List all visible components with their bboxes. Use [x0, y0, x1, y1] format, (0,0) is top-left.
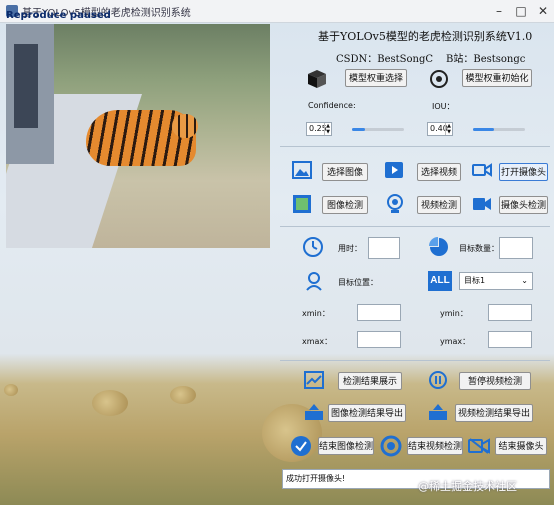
confidence-spinbox[interactable]: 0.25 ▲ ▼ — [306, 122, 332, 136]
xmax-label: xmax： — [302, 337, 333, 346]
ymax-field — [488, 331, 532, 348]
camera-icon — [472, 163, 492, 177]
stop-circle-icon — [380, 435, 402, 457]
check-circle-icon — [291, 436, 311, 456]
camera-detect-icon — [473, 198, 491, 210]
image-icon — [292, 161, 312, 179]
xmin-field — [357, 304, 401, 321]
app-title: 基于YOLOv5模型的老虎检测识别系统V1.0 — [318, 30, 533, 43]
time-field — [368, 237, 400, 259]
iou-spinbox[interactable]: 0.40 ▲ ▼ — [427, 122, 453, 136]
hay-bale — [92, 390, 128, 416]
recording-overlay: Reproduce paused — [6, 10, 111, 21]
line-chart-icon — [304, 371, 324, 389]
camera-off-icon — [468, 438, 490, 454]
target-count-label: 目标数量： — [459, 244, 499, 253]
pie-chart-icon — [429, 237, 448, 256]
end-video-detect-button[interactable]: 结束视频检测 — [407, 437, 463, 455]
image-detect-icon — [293, 195, 311, 213]
iou-label: IOU： — [432, 102, 455, 111]
end-image-detect-button[interactable]: 结束图像检测 — [318, 437, 374, 455]
hay-bale — [4, 384, 18, 396]
cube-icon — [308, 70, 326, 88]
maximize-icon[interactable]: □ — [510, 3, 532, 19]
chevron-down-icon: ⌄ — [521, 276, 528, 285]
export-video-icon — [429, 404, 447, 420]
divider — [280, 146, 550, 147]
end-camera-button[interactable]: 结束摄像头 — [495, 437, 547, 455]
video-display — [6, 24, 270, 248]
iou-slider[interactable] — [473, 128, 525, 131]
open-camera-button[interactable]: 打开摄像头 — [499, 163, 548, 181]
confidence-label: Confidence: — [308, 101, 356, 110]
confidence-slider[interactable] — [352, 128, 404, 131]
target-count-field — [499, 237, 533, 259]
image-detect-button[interactable]: 图像检测 — [322, 196, 368, 214]
xmax-field — [357, 331, 401, 348]
tiger-head — [172, 114, 198, 138]
video-wall — [6, 24, 54, 164]
webcam-icon — [387, 194, 403, 213]
target-position-label: 目标位置： — [338, 278, 378, 287]
bilibili-label: B站：Bestsongc — [446, 54, 526, 65]
all-icon: ALL — [428, 271, 452, 291]
show-results-button[interactable]: 检测结果展示 — [338, 372, 402, 390]
ymin-field — [488, 304, 532, 321]
ymax-label: ymax： — [440, 337, 471, 346]
xmin-label: xmin： — [302, 309, 330, 318]
clock-icon — [303, 237, 323, 257]
watermark: @稀土掘金技术社区 — [418, 480, 517, 493]
close-icon[interactable]: ✕ — [532, 3, 554, 19]
export-video-results-button[interactable]: 视频检测结果导出 — [455, 404, 533, 422]
pause-icon — [429, 371, 447, 389]
export-image-icon — [305, 404, 323, 420]
time-label: 用时： — [338, 244, 362, 253]
minimize-icon[interactable]: – — [488, 3, 510, 19]
target-select-dropdown[interactable]: 目标1 ⌄ — [459, 272, 533, 290]
select-weights-button[interactable]: 模型权重选择 — [345, 69, 407, 87]
divider — [280, 360, 550, 361]
export-image-results-button[interactable]: 图像检测结果导出 — [328, 404, 406, 422]
init-weights-button[interactable]: 模型权重初始化 — [462, 69, 532, 87]
video-file-icon — [385, 162, 403, 178]
hay-bale — [170, 386, 196, 404]
pause-video-button[interactable]: 暂停视频检测 — [459, 372, 531, 390]
location-icon — [306, 272, 322, 291]
target-settings-icon — [430, 70, 448, 88]
select-image-button[interactable]: 选择图像 — [322, 163, 368, 181]
select-video-button[interactable]: 选择视频 — [417, 163, 461, 181]
ymin-label: ymin： — [440, 309, 468, 318]
divider — [280, 226, 550, 227]
camera-detect-button[interactable]: 摄像头检测 — [499, 196, 548, 214]
video-detect-button[interactable]: 视频检测 — [417, 196, 461, 214]
csdn-label: CSDN：BestSongC — [336, 54, 434, 65]
